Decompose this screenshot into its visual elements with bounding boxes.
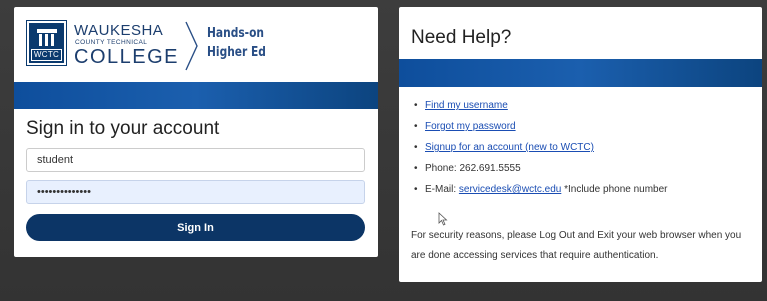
bullet-icon: • (414, 163, 418, 174)
password-input[interactable] (26, 180, 365, 204)
school-name-line3: COLLEGE (74, 46, 179, 68)
email-link[interactable]: servicedesk@wctc.edu (459, 184, 561, 195)
school-name: WAUKESHA COUNTY TECHNICAL COLLEGE (74, 22, 179, 68)
bullet-icon: • (414, 184, 418, 195)
list-item: • Forgot my password (409, 116, 668, 137)
forgot-password-link[interactable]: Forgot my password (425, 121, 516, 132)
list-item: • Find my username (409, 95, 668, 116)
bullet-icon: • (414, 100, 418, 111)
help-list: • Find my username • Forgot my password … (409, 95, 668, 200)
sign-in-button[interactable]: Sign In (26, 214, 365, 241)
help-accent-bar (399, 59, 762, 87)
login-card: WCTC WAUKESHA COUNTY TECHNICAL COLLEGE H… (14, 7, 378, 257)
tagline-line2: Higher Ed (207, 45, 266, 60)
phone-text: Phone: 262.691.5555 (425, 163, 521, 174)
help-card: Need Help? • Find my username • Forgot m… (399, 7, 762, 282)
logo-box-text: WCTC (31, 49, 62, 61)
chevron-divider-icon (185, 21, 198, 71)
list-item: • E-Mail: servicedesk@wctc.edu *Include … (409, 179, 668, 200)
find-username-link[interactable]: Find my username (425, 100, 508, 111)
signup-link[interactable]: Signup for an account (new to WCTC) (425, 142, 594, 153)
mouse-cursor-icon (438, 212, 448, 226)
tagline-line1: Hands-on (207, 26, 265, 41)
help-title: Need Help? (411, 27, 512, 48)
school-name-line1: WAUKESHA (74, 22, 164, 39)
bullet-icon: • (414, 121, 418, 132)
header-accent-bar (14, 82, 378, 109)
email-suffix: *Include phone number (561, 184, 668, 195)
email-prefix: E-Mail: (425, 184, 459, 195)
username-input[interactable] (26, 148, 365, 172)
college-building-icon: WCTC (26, 20, 67, 66)
signin-title: Sign in to your account (26, 118, 220, 139)
list-item: • Phone: 262.691.5555 (409, 158, 668, 179)
tagline: Hands-on Higher Ed (207, 24, 266, 62)
list-item: • Signup for an account (new to WCTC) (409, 137, 668, 158)
wctc-logo: WCTC WAUKESHA COUNTY TECHNICAL COLLEGE H… (26, 16, 287, 74)
security-note: For security reasons, please Log Out and… (411, 230, 742, 261)
bullet-icon: • (414, 142, 418, 153)
